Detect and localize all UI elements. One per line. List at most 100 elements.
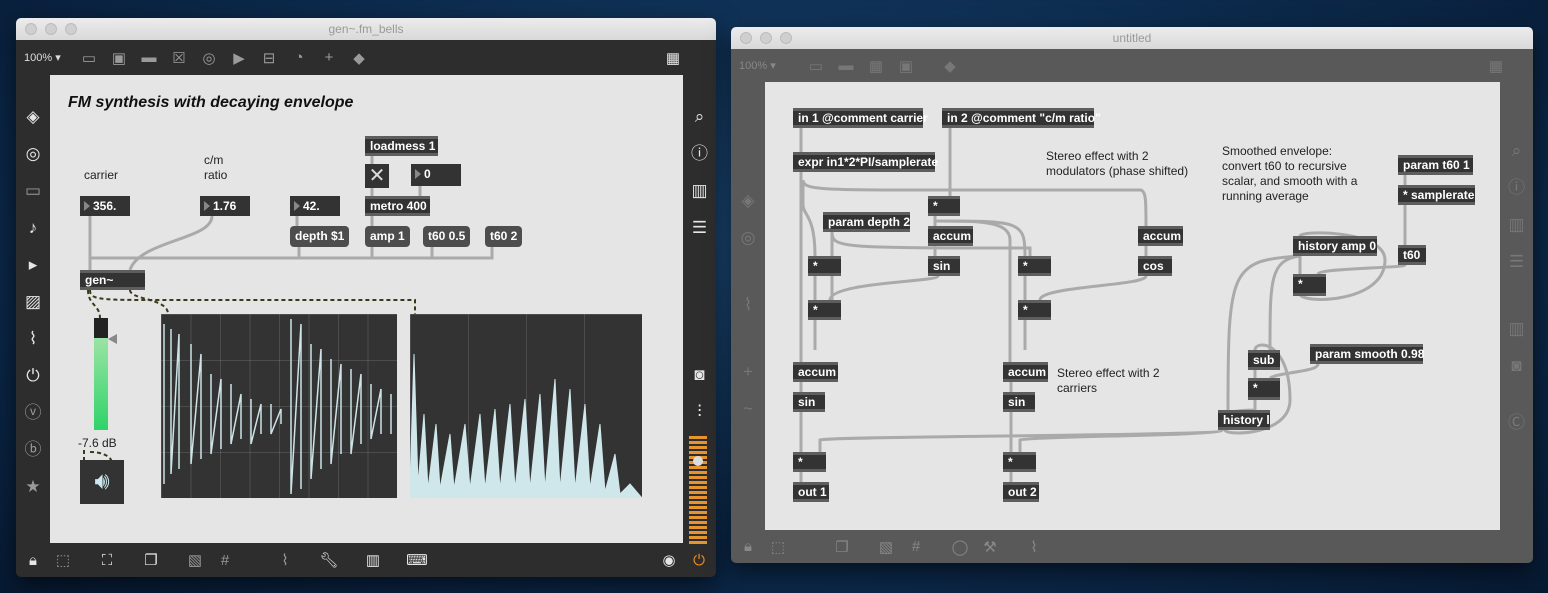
plug-icon[interactable]: ⏻	[18, 357, 48, 394]
list-icon[interactable]: ☰	[1502, 243, 1532, 280]
amp-message[interactable]: amp 1	[365, 226, 410, 247]
mod2-accum-object[interactable]: accum	[1138, 226, 1183, 246]
tilde-icon[interactable]: ~	[733, 390, 763, 427]
title-bar[interactable]: untitled	[731, 27, 1533, 49]
multiply-object[interactable]: *	[1018, 300, 1051, 320]
multiply-object[interactable]: *	[808, 256, 841, 276]
keyboard-icon[interactable]: ▭	[18, 172, 48, 209]
zoom-button[interactable]	[780, 32, 792, 44]
image-icon[interactable]: ▨	[18, 283, 48, 320]
carrier1-sin-object[interactable]: sin	[793, 392, 825, 412]
carrier2-accum-object[interactable]: accum	[1003, 362, 1048, 382]
in1-object[interactable]: in 1 @comment carrier	[793, 108, 928, 128]
master-level-meter[interactable]	[689, 436, 707, 544]
carrier2-sin-object[interactable]: sin	[1003, 392, 1035, 412]
plus-icon[interactable]: +	[733, 353, 763, 390]
button-icon[interactable]: ◎	[194, 49, 224, 67]
mod-accum-object[interactable]: accum	[928, 226, 973, 246]
slider-icon[interactable]: ⊟	[254, 49, 284, 67]
ezdac-speaker-button[interactable]: 🔊︎	[80, 460, 124, 504]
out1-object[interactable]: out 1	[793, 482, 829, 502]
computer-keyboard-icon[interactable]: ⌨	[402, 551, 432, 569]
circle-icon[interactable]: ◯	[945, 538, 975, 556]
zoom-menu[interactable]: 100% ▾	[24, 51, 74, 64]
zoom-menu[interactable]: 100% ▾	[739, 59, 801, 72]
cos-object[interactable]: cos	[1138, 256, 1172, 276]
play-step-icon[interactable]: ▸	[18, 246, 48, 283]
book-icon[interactable]: ▥	[1502, 206, 1532, 243]
in2-object[interactable]: in 2 @comment "c/m ratio"	[942, 108, 1101, 128]
ratio-number-box[interactable]: 1.76	[200, 196, 250, 216]
close-button[interactable]	[740, 32, 752, 44]
toggle[interactable]: ✕	[365, 164, 389, 188]
multiply-object[interactable]: *	[808, 300, 841, 320]
grid-snap-icon[interactable]: #	[210, 552, 240, 569]
note-icon[interactable]: ♪	[18, 209, 48, 246]
list-icon[interactable]: ☰	[685, 209, 715, 246]
paint-bucket-icon[interactable]: ◆	[935, 57, 965, 75]
book-icon[interactable]: ▥	[685, 172, 715, 209]
windows-icon[interactable]: ❐	[827, 538, 857, 556]
grid-icon[interactable]: ▦	[861, 57, 891, 75]
clip-add-icon[interactable]: ⌇	[1019, 538, 1049, 556]
presentation-mode-icon[interactable]: ⛶	[92, 552, 122, 569]
mute-icon[interactable]: ▧	[180, 551, 210, 569]
lock-icon[interactable]: 🔒︎	[733, 538, 763, 555]
gen-object[interactable]: gen~	[80, 270, 145, 290]
grid-menu-icon[interactable]: ▦	[1481, 57, 1511, 75]
transport-icon[interactable]: ◉	[654, 551, 684, 569]
select-icon[interactable]: ⬚	[48, 551, 78, 569]
target-icon[interactable]: ◎	[733, 219, 763, 256]
out1-multiply-object[interactable]: *	[793, 452, 826, 472]
windows-icon[interactable]: ❐	[136, 551, 166, 569]
comment-icon[interactable]: ▬	[134, 49, 164, 66]
toggle-icon[interactable]: ☒	[164, 49, 194, 67]
metro-object[interactable]: metro 400	[365, 196, 430, 216]
t60-object[interactable]: t60	[1398, 245, 1426, 265]
search-icon[interactable]: ⌕	[685, 98, 715, 135]
presentation-icon[interactable]: ▭	[801, 57, 831, 75]
clip-add-icon[interactable]: ⌇	[270, 551, 300, 569]
grid-icon[interactable]: ▦	[658, 49, 688, 67]
mixer-icon[interactable]: ⫶	[685, 393, 715, 430]
depth-number-box[interactable]: 42.	[290, 196, 340, 216]
samplerate-multiply-object[interactable]: * samplerate	[1398, 185, 1475, 205]
mute-icon[interactable]: ▧	[871, 538, 901, 556]
amp-multiply-object[interactable]: *	[1293, 274, 1326, 296]
minimize-button[interactable]	[45, 23, 57, 35]
wrench-icon[interactable]: 🔧︎	[314, 551, 344, 569]
codebox-icon[interactable]: ▣	[891, 57, 921, 75]
v-icon[interactable]: ⓥ	[18, 394, 48, 431]
zoom-button[interactable]	[65, 23, 77, 35]
param-smooth-object[interactable]: param smooth 0.98	[1310, 344, 1424, 364]
close-button[interactable]	[25, 23, 37, 35]
play-icon[interactable]: ▶	[224, 49, 254, 67]
gain-meter[interactable]	[94, 318, 108, 430]
hammer-icon[interactable]: ⚒	[975, 538, 1005, 556]
gain-slider-handle[interactable]	[108, 334, 117, 344]
info-icon[interactable]: ⓘ	[1502, 169, 1532, 206]
search-icon[interactable]: ⌕	[1502, 132, 1532, 169]
lock-icon[interactable]: 🔒︎	[18, 552, 48, 569]
cube-icon[interactable]: ◈	[733, 182, 763, 219]
c-icon[interactable]: Ⓒ	[1502, 404, 1532, 441]
info-icon[interactable]: ⓘ	[685, 135, 715, 172]
t60-2-message[interactable]: t60 2	[485, 226, 523, 247]
sub-object[interactable]: sub	[1248, 350, 1280, 370]
carrier1-accum-object[interactable]: accum	[793, 362, 838, 382]
history-amp-object[interactable]: history amp 0	[1293, 236, 1377, 256]
cube-icon[interactable]: ◈	[18, 98, 48, 135]
target-icon[interactable]: ◎	[18, 135, 48, 172]
comment-icon[interactable]: ▬	[831, 57, 861, 74]
select-icon[interactable]: ⬚	[763, 538, 793, 556]
b-icon[interactable]: ⓑ	[18, 431, 48, 468]
mod-sin-object[interactable]: sin	[928, 256, 960, 276]
camera-icon[interactable]: ◙	[685, 356, 715, 393]
out2-multiply-object[interactable]: *	[1003, 452, 1036, 472]
param-t60-object[interactable]: param t60 1	[1398, 155, 1473, 175]
piano-icon[interactable]: ▥	[358, 551, 388, 569]
camera-icon[interactable]: ◙	[1502, 347, 1532, 384]
t60-0.5-message[interactable]: t60 0.5	[423, 226, 471, 247]
loadmess-object[interactable]: loadmess 1	[365, 136, 438, 156]
expr-object[interactable]: expr in1*2*PI/samplerate	[793, 152, 938, 172]
